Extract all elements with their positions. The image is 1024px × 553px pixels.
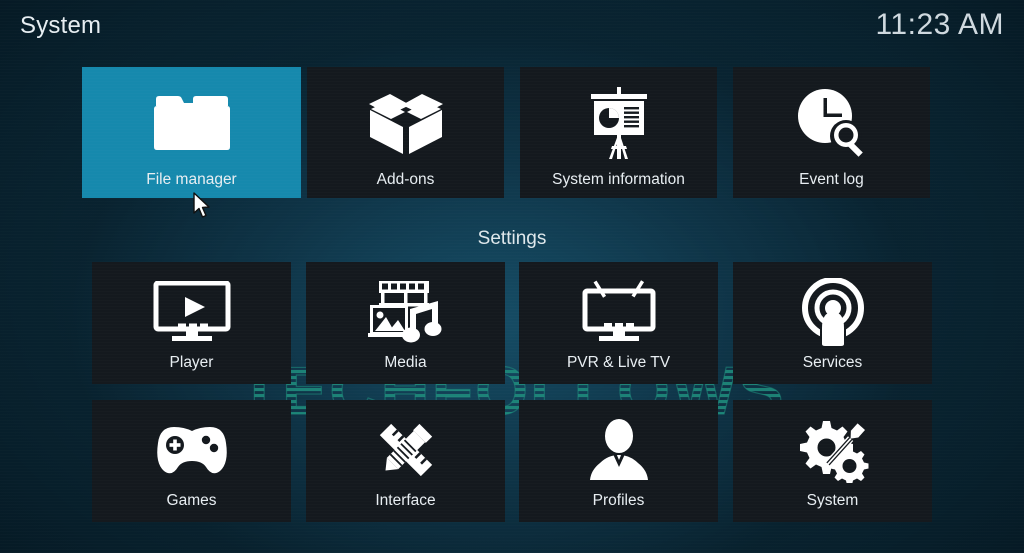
monitor-play-icon: [153, 272, 231, 352]
tile-system[interactable]: System: [733, 400, 932, 522]
tile-label: Games: [166, 492, 217, 509]
settings-heading: Settings: [477, 228, 547, 249]
tile-label: File manager: [146, 171, 237, 188]
broadcast-person-icon: [798, 272, 868, 352]
pencil-ruler-icon: [371, 410, 441, 490]
tile-pvr-live-tv[interactable]: PVR & Live TV: [519, 262, 718, 384]
person-silhouette-icon: [586, 410, 652, 490]
page-title: System: [20, 12, 102, 39]
presentation-chart-icon: [581, 82, 657, 166]
tile-label: PVR & Live TV: [566, 354, 671, 371]
tile-label: Profiles: [592, 492, 645, 509]
clock: 11:23 AM: [875, 8, 1004, 41]
tile-file-manager[interactable]: File manager: [82, 67, 301, 198]
gamepad-icon: [154, 410, 230, 490]
tv-antenna-icon: [580, 272, 658, 352]
tile-event-log[interactable]: Event log: [733, 67, 930, 198]
clock-search-icon: [794, 82, 870, 166]
tile-interface[interactable]: Interface: [306, 400, 505, 522]
top-bar: System 11:23 AM: [0, 0, 1024, 58]
tile-label: Event log: [799, 171, 864, 188]
tile-label: Services: [802, 354, 863, 371]
tile-label: Player: [169, 354, 214, 371]
tile-media[interactable]: Media: [306, 262, 505, 384]
tile-label: Add-ons: [376, 171, 435, 188]
tile-add-ons[interactable]: Add-ons: [307, 67, 504, 198]
kodi-system-screen: System 11:23 AM TECHFOLLOWS TECHFOLLOWS: [0, 0, 1024, 553]
open-box-icon: [366, 82, 446, 166]
tile-games[interactable]: Games: [92, 400, 291, 522]
tile-services[interactable]: Services: [733, 262, 932, 384]
tile-system-information[interactable]: System information: [520, 67, 717, 198]
tile-label: System: [806, 492, 859, 509]
film-photo-music-icon: [366, 272, 446, 352]
tile-player[interactable]: Player: [92, 262, 291, 384]
tile-label: Media: [384, 354, 427, 371]
tile-label: Interface: [375, 492, 436, 509]
folder-icon: [151, 82, 233, 166]
tile-profiles[interactable]: Profiles: [519, 400, 718, 522]
tile-label: System information: [552, 171, 685, 188]
gears-screwdriver-icon: [797, 410, 869, 490]
